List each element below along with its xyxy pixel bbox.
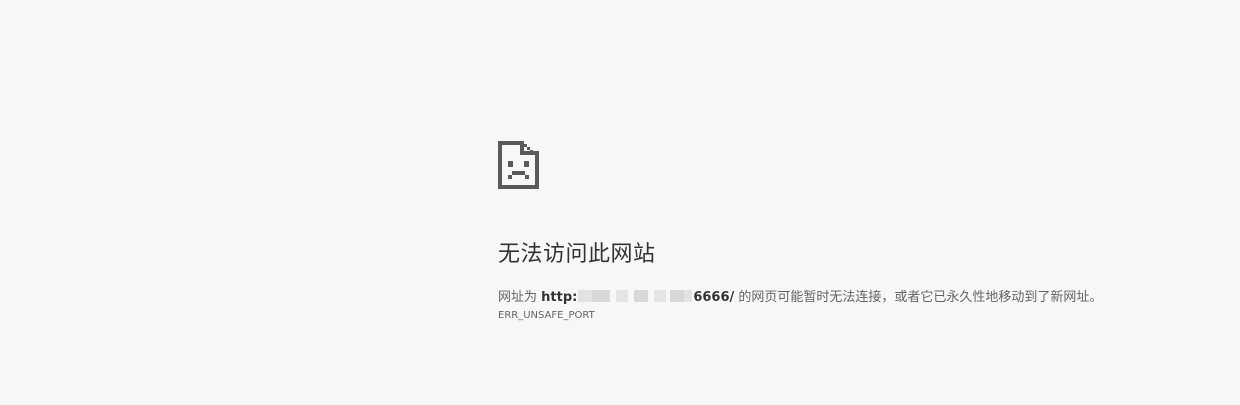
error-page: 无法访问此网站 网址为 http: 6666/ 的网页可能暂时无法连接，或者它已永… <box>0 0 1240 405</box>
error-title: 无法访问此网站 <box>498 242 656 267</box>
error-description: 网址为 http: 6666/ 的网页可能暂时无法连接，或者它已永久性地移动到了新… <box>498 286 1102 305</box>
url-end: 6666/ <box>693 290 735 305</box>
description-suffix: 的网页可能暂时无法连接，或者它已永久性地移动到了新网址。 <box>734 290 1103 305</box>
sad-page-icon <box>498 141 539 189</box>
url-start: http: <box>541 290 578 305</box>
redacted-url-block <box>578 290 693 302</box>
description-prefix: 网址为 <box>498 290 542 305</box>
error-code: ERR_UNSAFE_PORT <box>498 310 595 321</box>
